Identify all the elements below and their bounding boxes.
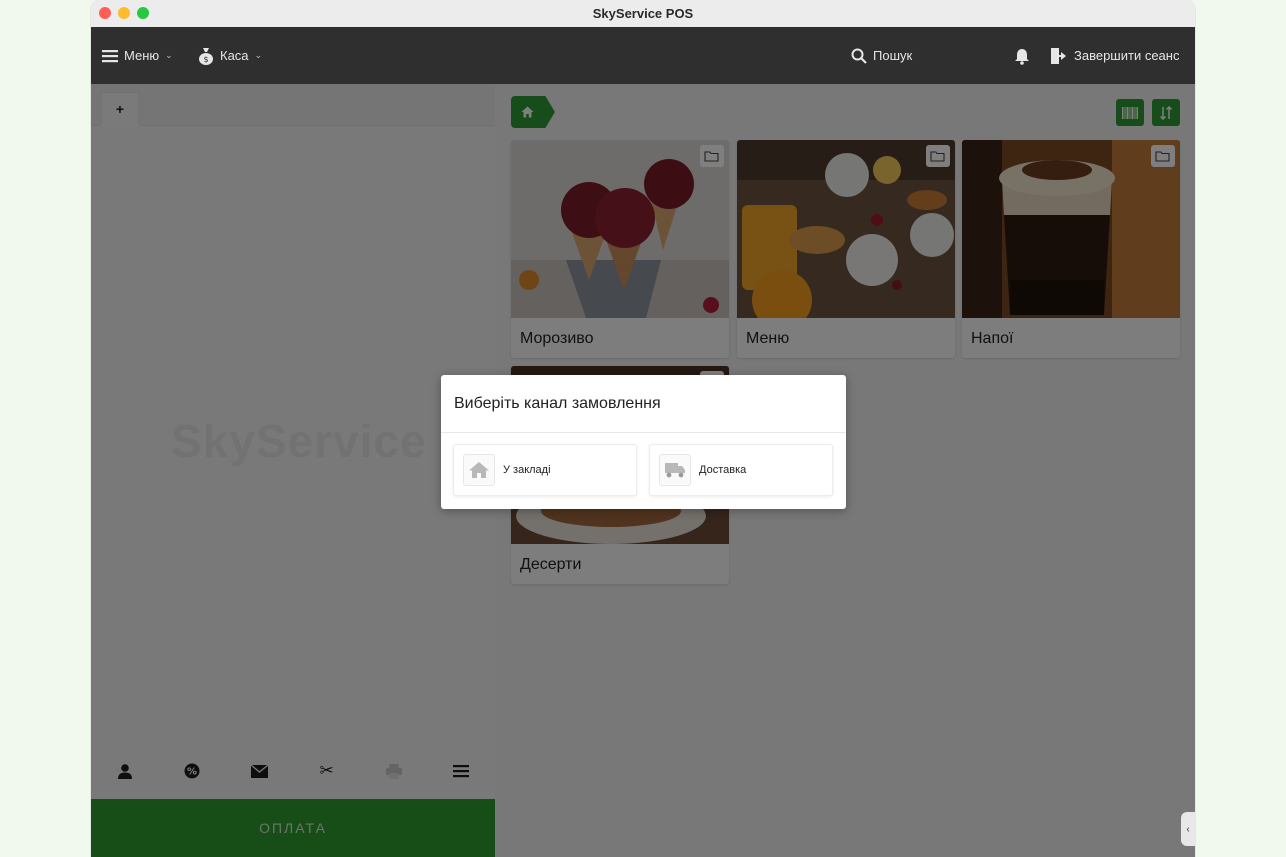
money-bag-icon: $ xyxy=(199,47,213,65)
dine-in-option[interactable]: У закладі xyxy=(453,444,637,496)
search-button[interactable]: Пошук xyxy=(851,27,912,84)
menu-label: Меню xyxy=(124,48,160,63)
house-icon xyxy=(463,454,495,486)
search-label: Пошук xyxy=(873,48,913,63)
collapse-panel-button[interactable]: ‹ xyxy=(1181,812,1195,846)
dialog-divider xyxy=(441,432,846,433)
truck-icon xyxy=(659,454,691,486)
logout-button[interactable]: Завершити сеанс xyxy=(1050,27,1179,84)
cash-label: Каса xyxy=(220,48,249,63)
menu-dropdown[interactable]: Меню ⌄ xyxy=(102,27,173,84)
close-window-button[interactable] xyxy=(99,7,111,19)
svg-text:$: $ xyxy=(203,55,208,64)
chevron-down-icon: ⌄ xyxy=(254,50,263,60)
window-title: SkyService POS xyxy=(592,6,694,21)
cash-dropdown[interactable]: $ Каса ⌄ xyxy=(198,27,262,84)
dine-in-label: У закладі xyxy=(503,464,551,476)
chevron-down-icon: ⌄ xyxy=(165,50,173,60)
order-channel-dialog: Виберіть канал замовлення У закладі Дост… xyxy=(441,375,846,509)
top-navbar: Меню ⌄ $ Каса ⌄ Пошук Завершити сеанс xyxy=(91,27,1195,84)
search-icon xyxy=(851,48,867,64)
logout-icon xyxy=(1051,47,1066,64)
delivery-option[interactable]: Доставка xyxy=(649,444,833,496)
maximize-window-button[interactable] xyxy=(137,7,149,19)
logout-label: Завершити сеанс xyxy=(1074,48,1180,63)
hamburger-icon xyxy=(102,49,118,62)
chevron-left-icon: ‹ xyxy=(1186,823,1190,835)
window-controls xyxy=(99,7,149,19)
bell-icon xyxy=(1015,48,1029,65)
title-bar: SkyService POS xyxy=(91,0,1195,27)
dialog-title: Виберіть канал замовлення xyxy=(454,395,661,412)
notifications-button[interactable] xyxy=(1013,27,1031,84)
delivery-label: Доставка xyxy=(699,464,747,476)
minimize-window-button[interactable] xyxy=(118,7,130,19)
